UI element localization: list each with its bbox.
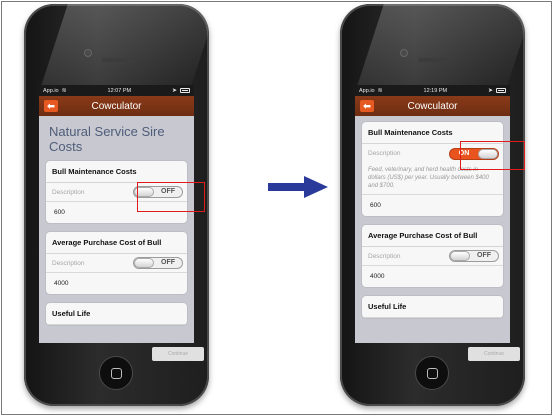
description-label: Description [368,252,401,260]
page-title: Natural Service Sire Costs [49,124,165,154]
card-title: Useful Life [46,303,187,325]
home-button[interactable] [99,356,133,390]
speaker-grille [418,58,448,62]
nav-title: Cowculator [91,100,142,112]
card-title: Bull Maintenance Costs [46,161,187,183]
description-label: Description [368,150,401,157]
toggle-off-highlight [137,182,205,212]
toggle-state: OFF [161,259,175,266]
description-toggle[interactable]: OFF [133,257,183,269]
home-button[interactable] [415,356,449,390]
home-square-icon [111,368,122,379]
useful-life-card: Useful Life [45,302,188,326]
right-arrow-icon [268,176,328,198]
continue-button[interactable]: Continue [468,347,520,361]
battery-icon [180,88,190,93]
description-label: Description [52,259,85,267]
camera-icon [400,49,408,57]
app-screen: App.io ≋ 12:07 PM ➤ ⬅ Cowculator Natural… [39,85,194,343]
description-toggle[interactable]: OFF [449,250,499,262]
app-screen: App.io ≋ 12:19 PM ➤ ⬅ Cowculator Bull Ma… [355,85,510,343]
clock: 12:19 PM [423,87,448,94]
toggle-knob [134,258,154,268]
wifi-icon: ≋ [61,88,67,94]
speaker-grille [102,58,132,62]
battery-icon [496,88,506,93]
description-label: Description [52,188,85,196]
location-icon: ➤ [171,88,177,94]
back-button[interactable]: ⬅ [44,100,58,112]
carrier-label: App.io [359,87,375,94]
continue-button[interactable]: Continue [152,347,204,361]
wifi-icon: ≋ [377,88,383,94]
purchase-cost-input[interactable]: 4000 [362,266,503,287]
toggle-knob [450,251,470,261]
carrier-label: App.io [43,87,59,94]
content-area[interactable]: Natural Service Sire Costs Bull Maintena… [39,116,194,326]
phone-after: App.io ≋ 12:19 PM ➤ ⬅ Cowculator Bull Ma… [340,4,525,406]
maintenance-cost-input[interactable]: 600 [362,195,503,216]
nav-bar: ⬅ Cowculator [39,96,194,116]
back-button[interactable]: ⬅ [360,100,374,112]
card-title: Average Purchase Cost of Bull [46,232,187,254]
card-title: Average Purchase Cost of Bull [362,225,503,247]
status-bar: App.io ≋ 12:07 PM ➤ [39,85,194,96]
description-row: Description OFF [46,254,187,273]
purchase-cost-card: Average Purchase Cost of Bull Descriptio… [45,231,188,295]
home-square-icon [427,368,438,379]
status-bar: App.io ≋ 12:19 PM ➤ [355,85,510,96]
useful-life-card: Useful Life [361,295,504,319]
clock: 12:07 PM [107,87,132,94]
nav-bar: ⬅ Cowculator [355,96,510,116]
nav-title: Cowculator [407,100,458,112]
camera-icon [84,49,92,57]
toggle-state: OFF [477,252,491,259]
card-title: Useful Life [362,296,503,318]
purchase-cost-input[interactable]: 4000 [46,273,187,294]
purchase-cost-card: Average Purchase Cost of Bull Descriptio… [361,224,504,288]
description-row: Description OFF [362,247,503,266]
toggle-on-highlight [460,141,525,170]
location-icon: ➤ [487,88,493,94]
